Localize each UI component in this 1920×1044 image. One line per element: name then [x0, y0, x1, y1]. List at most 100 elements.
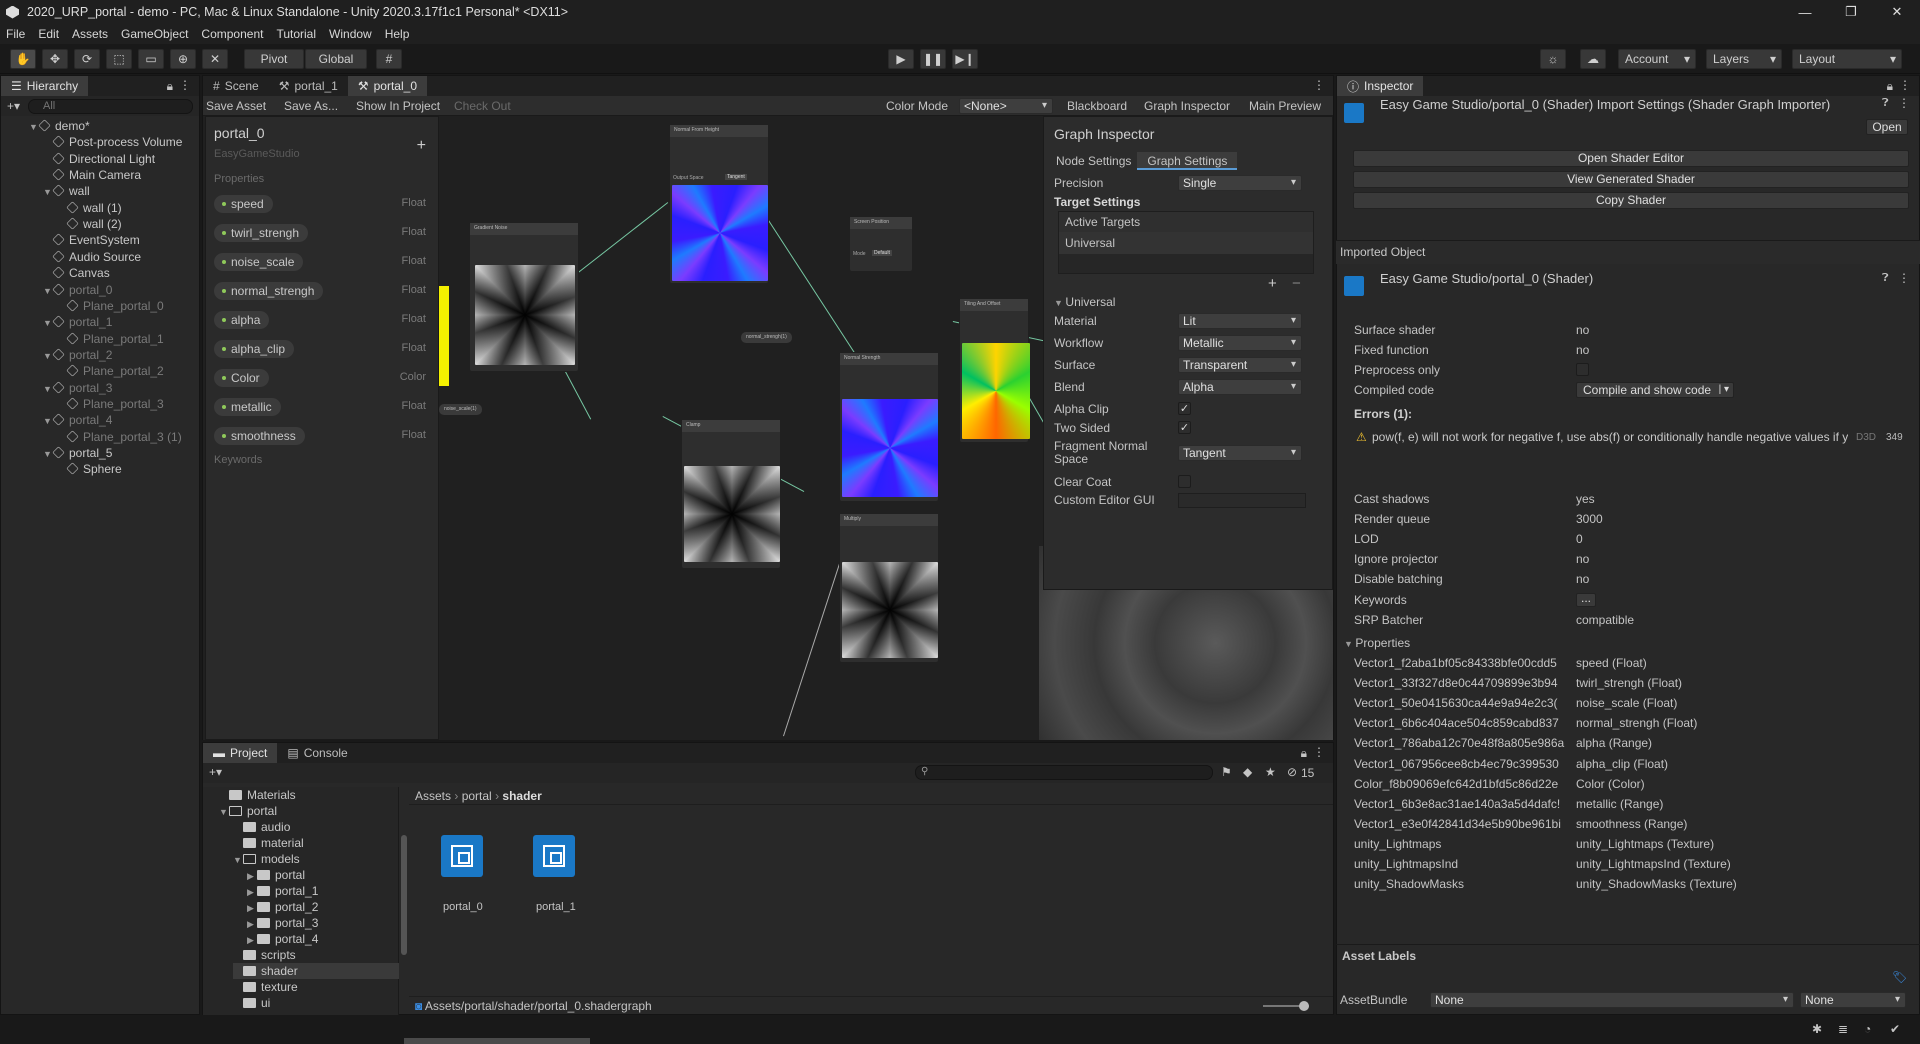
hierarchy-item[interactable]: Main Camera	[43, 167, 141, 183]
add-icon[interactable]: +▾	[209, 765, 222, 779]
layout-dropdown[interactable]: Layout ▾	[1792, 49, 1902, 69]
more-icon[interactable]: ⋮	[1313, 745, 1325, 759]
maximize-button[interactable]: ❐	[1828, 0, 1874, 24]
hierarchy-item[interactable]: Plane_portal_0	[57, 298, 164, 314]
tab-node-settings[interactable]: Node Settings	[1050, 152, 1137, 170]
tab-portal-1[interactable]: ⚒ portal_1	[269, 76, 348, 96]
assetbundle-dropdown[interactable]: None	[1430, 992, 1794, 1008]
normal-strength-node[interactable]: Normal Strength	[839, 352, 939, 502]
more-icon[interactable]: ⋮	[1898, 271, 1910, 285]
icon-size-slider[interactable]	[1263, 1001, 1309, 1011]
save-as-button[interactable]: Save As...	[284, 99, 338, 113]
folder-item-portal-4[interactable]: ▶ portal_4	[247, 931, 318, 947]
more-icon[interactable]: ⋮	[1313, 78, 1325, 92]
tab-project[interactable]: ▬ Project	[203, 743, 278, 763]
view-generated-shader-button[interactable]: View Generated Shader	[1353, 171, 1909, 188]
save-asset-button[interactable]: Save Asset	[206, 99, 266, 113]
clear-coat-checkbox[interactable]	[1178, 475, 1191, 488]
main-preview-toggle[interactable]: Main Preview	[1249, 99, 1321, 113]
open-button[interactable]: Open	[1866, 119, 1908, 135]
multiply-node[interactable]: Multiply	[839, 513, 939, 663]
chevron-down-icon[interactable]: ▼	[43, 381, 53, 397]
folder-item-portal-3[interactable]: ▶ portal_3	[247, 915, 318, 931]
global-toggle[interactable]: Global	[305, 49, 367, 69]
folder-item-scripts[interactable]: scripts	[233, 947, 296, 963]
menu-edit[interactable]: Edit	[38, 27, 59, 41]
help-icon[interactable]: ❓︎	[1882, 97, 1889, 110]
folder-item-portal-2[interactable]: ▶ portal_2	[247, 899, 318, 915]
shader-graph-asset-icon[interactable]	[533, 835, 575, 877]
hierarchy-item[interactable]: Plane_portal_3	[57, 396, 164, 412]
chevron-down-icon[interactable]: ▼	[43, 446, 53, 462]
assetbundle-variant-dropdown[interactable]: None	[1800, 992, 1906, 1008]
stack-icon[interactable]: ≣	[1838, 1022, 1848, 1036]
chevron-right-icon[interactable]: ▶	[247, 932, 257, 948]
menu-window[interactable]: Window	[329, 27, 372, 41]
menu-component[interactable]: Component	[201, 27, 263, 41]
hierarchy-item[interactable]: wall (1)	[57, 200, 122, 216]
screen-position-node[interactable]: Screen Position Mode Default	[849, 216, 913, 272]
hierarchy-item[interactable]: Plane_portal_2	[57, 363, 164, 379]
transform-tool-icon[interactable]: ⊕	[170, 49, 196, 69]
add-target-button[interactable]: +	[1268, 275, 1277, 292]
menu-file[interactable]: File	[6, 27, 25, 41]
breadcrumb-portal[interactable]: portal	[462, 789, 492, 803]
breadcrumb-assets[interactable]: Assets	[415, 789, 451, 803]
remove-target-button[interactable]: −	[1292, 275, 1301, 292]
keywords-button[interactable]: ...	[1576, 592, 1596, 607]
folder-item-models[interactable]: ▼ models	[233, 851, 300, 867]
more-icon[interactable]: ⋮	[1899, 78, 1911, 92]
chevron-down-icon[interactable]: ▼	[43, 413, 53, 429]
lock-icon[interactable]: 🔒︎	[167, 79, 173, 94]
hierarchy-item[interactable]: ▼ portal_1	[43, 314, 112, 330]
preprocess-only-checkbox[interactable]	[1576, 363, 1589, 376]
mode-dropdown[interactable]: Default	[872, 250, 892, 256]
custom-tool-icon[interactable]: ✕	[202, 49, 228, 69]
chevron-down-icon[interactable]: ▼	[29, 119, 39, 135]
show-in-project-button[interactable]: Show In Project	[356, 99, 440, 113]
add-icon[interactable]: +▾	[7, 99, 20, 113]
lock-icon[interactable]: 🔒︎	[1887, 79, 1893, 94]
account-dropdown[interactable]: Account ▾	[1618, 49, 1696, 69]
grid-snap-icon[interactable]: #	[376, 49, 402, 69]
project-search-input[interactable]	[915, 765, 1213, 780]
progress-icon[interactable]: ◔	[1864, 1022, 1871, 1036]
compile-show-code-button[interactable]: Compile and show code | ▾	[1576, 382, 1734, 398]
normal-from-height-node[interactable]: Normal From Height Output Space Tangent	[669, 124, 769, 284]
tiling-offset-node[interactable]: Tiling And Offset	[959, 298, 1030, 443]
chevron-down-icon[interactable]: ▼	[219, 804, 229, 820]
scrollbar-thumb[interactable]	[401, 835, 407, 955]
minimize-button[interactable]: —	[1782, 0, 1828, 24]
check-out-button[interactable]: Check Out	[454, 99, 511, 113]
folder-item-audio[interactable]: audio	[233, 819, 290, 835]
menu-tutorial[interactable]: Tutorial	[276, 27, 316, 41]
material-dropdown[interactable]: Lit	[1178, 313, 1302, 329]
blackboard-toggle[interactable]: Blackboard	[1067, 99, 1127, 113]
precision-dropdown[interactable]: Single	[1178, 175, 1302, 191]
property-alpha-clip[interactable]: alpha_clip	[214, 340, 295, 358]
tab-scene[interactable]: # Scene	[203, 76, 269, 96]
more-icon[interactable]: ⋮	[1898, 96, 1910, 110]
property-normal-strengh[interactable]: normal_strengh	[214, 282, 324, 300]
menu-help[interactable]: Help	[385, 27, 410, 41]
tree-scrollbar[interactable]	[399, 787, 407, 997]
folder-item-materials[interactable]: Materials	[219, 787, 296, 803]
folder-item-portal[interactable]: ▼ portal	[219, 803, 277, 819]
chevron-right-icon[interactable]: ▶	[247, 900, 257, 916]
graph-inspector-toggle[interactable]: Graph Inspector	[1144, 99, 1230, 113]
layers-dropdown[interactable]: Layers ▾	[1706, 49, 1782, 69]
menu-assets[interactable]: Assets	[72, 27, 108, 41]
lock-icon[interactable]: 🔒︎	[1301, 746, 1307, 761]
property-smoothness[interactable]: smoothness	[214, 427, 305, 445]
chevron-right-icon[interactable]: ▶	[247, 916, 257, 932]
custom-editor-gui-field[interactable]	[1178, 493, 1306, 508]
blend-dropdown[interactable]: Alpha	[1178, 379, 1302, 395]
chevron-down-icon[interactable]: ▼	[43, 184, 53, 200]
pause-button[interactable]: ❚❚	[920, 49, 946, 69]
chevron-right-icon[interactable]: ▶	[247, 868, 257, 884]
tab-portal-0[interactable]: ⚒ portal_0	[347, 76, 427, 96]
slider-thumb[interactable]	[1299, 1001, 1309, 1011]
gradient-noise-node[interactable]: Gradient Noise	[469, 222, 579, 372]
two-sided-checkbox[interactable]: ✓	[1178, 421, 1191, 434]
hierarchy-item[interactable]: Plane_portal_3 (1)	[57, 429, 182, 445]
